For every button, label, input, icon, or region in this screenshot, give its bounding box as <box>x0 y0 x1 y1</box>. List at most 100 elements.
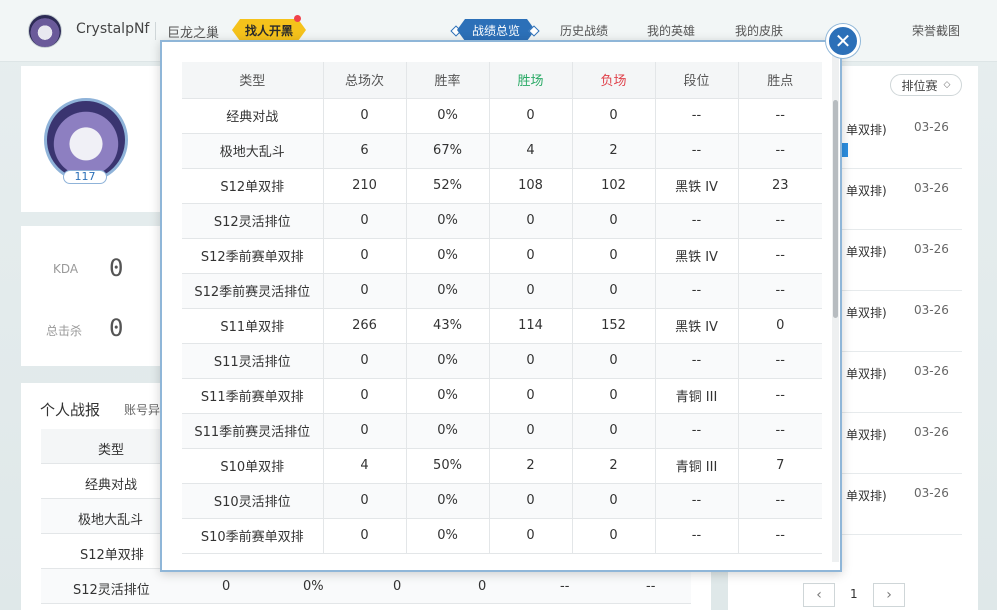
bg-row-type: S12灵活排位 <box>73 583 150 598</box>
row-losses: 0 <box>572 518 656 554</box>
row-wins: 0 <box>489 343 573 379</box>
match-item-label[interactable]: 单双排) <box>846 121 887 138</box>
match-item-label[interactable]: 单双排) <box>846 426 887 443</box>
row-lp: -- <box>738 518 822 554</box>
bg-row-rate: 0% <box>303 579 324 594</box>
row-type: 极地大乱斗 <box>182 133 324 169</box>
scrollbar-thumb[interactable] <box>833 100 838 318</box>
row-winrate: 50% <box>406 448 490 484</box>
julong-link[interactable]: 巨龙之巢 <box>167 22 219 41</box>
tab-history[interactable]: 历史战绩 <box>560 22 608 39</box>
header-wins: 胜场 <box>489 62 573 99</box>
level-badge: 117 <box>63 170 107 184</box>
row-lp: -- <box>738 98 822 134</box>
stats-header-row: 类型 总场次 胜率 胜场 负场 段位 胜点 <box>182 62 822 99</box>
header-losses: 负场 <box>572 62 656 99</box>
row-wins: 0 <box>489 518 573 554</box>
kills-value: 0 <box>109 314 124 342</box>
row-total: 0 <box>323 483 407 519</box>
header-rank: 段位 <box>655 62 739 99</box>
bg-header-type: 类型 <box>98 443 125 458</box>
row-losses: 0 <box>572 343 656 379</box>
row-wins: 0 <box>489 203 573 239</box>
row-type: S12灵活排位 <box>182 203 324 239</box>
row-lp: -- <box>738 273 822 309</box>
row-winrate: 43% <box>406 308 490 344</box>
bg-row-type: 极地大乱斗 <box>78 513 144 528</box>
row-lp: -- <box>738 413 822 449</box>
table-row: S12季前赛灵活排位 0 0% 0 0 -- -- <box>182 273 822 309</box>
row-winrate: 0% <box>406 273 490 309</box>
user-avatar[interactable] <box>28 14 62 48</box>
row-wins: 0 <box>489 378 573 414</box>
row-wins: 108 <box>489 168 573 204</box>
row-losses: 2 <box>572 448 656 484</box>
bg-row-lose: 0 <box>478 579 487 594</box>
rank-filter-select[interactable]: 排位赛 ◇ <box>890 74 962 96</box>
row-lp: -- <box>738 133 822 169</box>
prev-page-button[interactable]: ‹ <box>803 583 835 607</box>
kda-value: 0 <box>109 254 124 282</box>
match-item-label[interactable]: 单双排) <box>846 182 887 199</box>
stats-table-container[interactable]: 类型 总场次 胜率 胜场 负场 段位 胜点 经典对战 0 0% 0 0 -- -- 极地大乱斗… <box>182 62 822 554</box>
row-total: 4 <box>323 448 407 484</box>
row-losses: 0 <box>572 413 656 449</box>
row-rank: -- <box>655 518 739 554</box>
report-subtitle[interactable]: 账号异 <box>124 401 160 418</box>
tab-heroes[interactable]: 我的英雄 <box>647 22 695 39</box>
row-total: 6 <box>323 133 407 169</box>
row-wins: 4 <box>489 133 573 169</box>
row-rank: -- <box>655 483 739 519</box>
row-wins: 2 <box>489 448 573 484</box>
row-losses: 0 <box>572 203 656 239</box>
tab-overview[interactable]: 战绩总览 <box>457 19 535 41</box>
stats-table: 类型 总场次 胜率 胜场 负场 段位 胜点 经典对战 0 0% 0 0 -- -- 极地大乱斗… <box>182 62 822 554</box>
list-divider <box>842 229 962 230</box>
bg-row-type: 经典对战 <box>85 478 138 493</box>
match-item-date: 03-26 <box>914 303 949 317</box>
bg-row-rank: -- <box>560 579 570 594</box>
match-item-label[interactable]: 单双排) <box>846 304 887 321</box>
header-lp: 胜点 <box>738 62 822 99</box>
list-divider <box>842 412 962 413</box>
match-item-label[interactable]: 单双排) <box>846 243 887 260</box>
row-rank: 青铜 III <box>655 378 739 414</box>
next-page-button[interactable]: › <box>873 583 905 607</box>
row-total: 0 <box>323 413 407 449</box>
table-row: S11灵活排位 0 0% 0 0 -- -- <box>182 343 822 379</box>
row-rank: -- <box>655 98 739 134</box>
row-winrate: 0% <box>406 203 490 239</box>
match-item-label[interactable]: 单双排) <box>846 365 887 382</box>
tab-honor-screenshots[interactable]: 荣誉截图 <box>912 22 960 39</box>
row-wins: 0 <box>489 413 573 449</box>
row-winrate: 52% <box>406 168 490 204</box>
table-row: S10单双排 4 50% 2 2 青铜 III 7 <box>182 448 822 484</box>
close-modal-button[interactable]: ✕ <box>826 24 860 58</box>
row-total: 0 <box>323 378 407 414</box>
row-wins: 114 <box>489 308 573 344</box>
row-wins: 0 <box>489 98 573 134</box>
row-losses: 102 <box>572 168 656 204</box>
row-rank: 青铜 III <box>655 448 739 484</box>
row-total: 210 <box>323 168 407 204</box>
row-rank: 黑铁 IV <box>655 308 739 344</box>
user-name[interactable]: CrystalpNf <box>76 21 149 37</box>
header-winrate: 胜率 <box>406 62 490 99</box>
match-item-label[interactable]: 单双排) <box>846 487 887 504</box>
bg-row-lp: -- <box>646 579 656 594</box>
row-winrate: 0% <box>406 413 490 449</box>
row-type: S12季前赛单双排 <box>182 238 324 274</box>
row-losses: 0 <box>572 98 656 134</box>
row-type: S10季前赛单双排 <box>182 518 324 554</box>
match-item-date: 03-26 <box>914 181 949 195</box>
row-lp: -- <box>738 238 822 274</box>
row-wins: 0 <box>489 273 573 309</box>
row-rank: -- <box>655 133 739 169</box>
table-row: S10灵活排位 0 0% 0 0 -- -- <box>182 483 822 519</box>
header-type: 类型 <box>182 62 324 99</box>
row-winrate: 0% <box>406 518 490 554</box>
bg-row-total: 0 <box>222 579 231 594</box>
find-team-button[interactable]: 找人开黑 <box>232 19 306 41</box>
row-winrate: 0% <box>406 98 490 134</box>
tab-skins[interactable]: 我的皮肤 <box>735 22 783 39</box>
